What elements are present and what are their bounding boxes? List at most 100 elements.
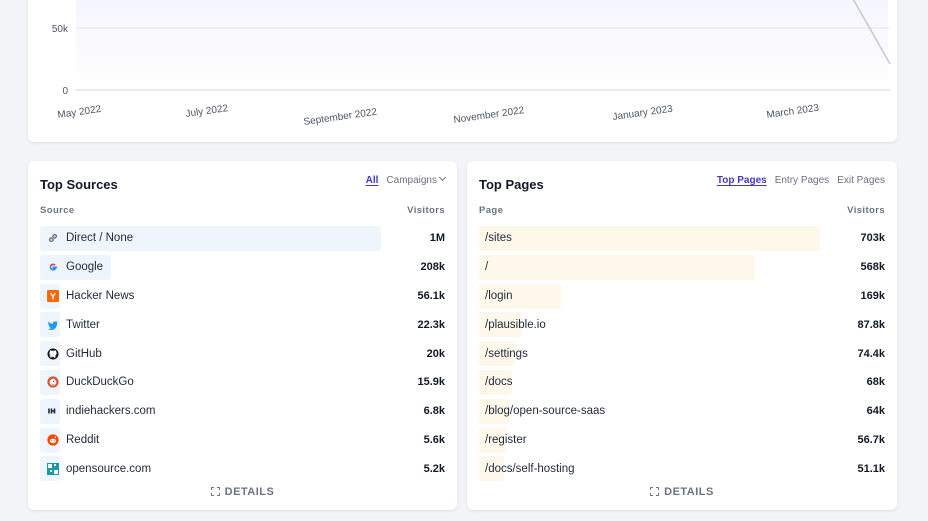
- list-item: /sites 703k: [479, 224, 885, 253]
- sources-details-button[interactable]: DETAILS: [28, 486, 457, 498]
- details-label: DETAILS: [224, 486, 275, 498]
- opensource-icon: [46, 462, 59, 475]
- page-link[interactable]: /register: [479, 434, 527, 446]
- page-label: /docs: [485, 376, 513, 389]
- page-link[interactable]: /docs/self-hosting: [479, 463, 575, 475]
- source-visitors: 20k: [426, 347, 445, 360]
- tab-campaigns[interactable]: Campaigns: [386, 173, 447, 186]
- source-label: Direct / None: [66, 232, 134, 245]
- page-label: /: [485, 261, 489, 274]
- page-link[interactable]: /sites: [479, 232, 512, 244]
- details-label: DETAILS: [664, 486, 714, 498]
- page-visitors: 56.7k: [857, 433, 885, 446]
- y-tick-label: 50k: [52, 24, 69, 35]
- reddit-icon: [46, 433, 59, 446]
- source-label: indiehackers.com: [66, 405, 156, 418]
- x-tick-label: November 2022: [453, 105, 525, 126]
- page-label: /blog/open-source-saas: [485, 405, 606, 418]
- column-header-source: Source: [40, 205, 75, 216]
- column-header-visitors: Visitors: [407, 205, 445, 216]
- source-label: Google: [66, 261, 104, 274]
- list-item: /blog/open-source-saas 64k: [479, 397, 885, 426]
- link-icon: [46, 232, 59, 245]
- visitors-chart: 50k 0 May 2022 July 2022 September 2022 …: [52, 0, 891, 128]
- list-item: GitHub 20k: [40, 339, 445, 368]
- chart-area-fill: [76, 0, 888, 90]
- source-visitors: 208k: [420, 261, 445, 274]
- source-label: DuckDuckGo: [66, 376, 134, 389]
- source-label: GitHub: [66, 347, 102, 360]
- pages-tabs: Top Pages Entry Pages Exit Pages: [717, 175, 885, 186]
- tab-entry-pages[interactable]: Entry Pages: [775, 175, 829, 186]
- share-bar: [479, 226, 820, 251]
- list-item: Google 208k: [40, 253, 445, 282]
- duckduckgo-icon: [46, 376, 59, 389]
- twitter-icon: [46, 318, 59, 331]
- source-visitors: 6.8k: [423, 405, 445, 418]
- source-link-github[interactable]: GitHub: [40, 347, 102, 360]
- pages-list: /sites 703k / 568k /login 169k /plausible.i…: [479, 224, 885, 483]
- x-tick-label: May 2022: [57, 104, 102, 121]
- list-item: Hacker News 56.1k: [40, 282, 445, 311]
- page-label: /settings: [485, 347, 528, 360]
- x-tick-label: July 2022: [185, 103, 229, 120]
- tab-exit-pages[interactable]: Exit Pages: [837, 175, 885, 186]
- page-visitors: 64k: [866, 405, 885, 418]
- source-visitors: 5.6k: [423, 433, 445, 446]
- indiehackers-icon: [46, 405, 59, 418]
- list-item: /docs/self-hosting 51.1k: [479, 454, 885, 483]
- tab-all[interactable]: All: [366, 175, 379, 186]
- page-link[interactable]: /: [479, 261, 488, 273]
- github-icon: [46, 347, 59, 360]
- source-link-indiehackers[interactable]: indiehackers.com: [40, 405, 155, 418]
- x-tick-label: March 2023: [766, 103, 820, 121]
- page-label: /sites: [485, 232, 512, 245]
- x-tick-label: September 2022: [303, 107, 378, 128]
- page-link[interactable]: /settings: [479, 348, 528, 360]
- share-bar: [479, 254, 755, 280]
- column-header-visitors: Visitors: [847, 205, 885, 216]
- page-visitors: 703k: [860, 232, 885, 245]
- page-link[interactable]: /plausible.io: [479, 319, 546, 331]
- top-pages-card: Top Pages Top Pages Entry Pages Exit Pag…: [467, 161, 897, 510]
- source-link-duckduckgo[interactable]: DuckDuckGo: [40, 376, 134, 389]
- page-visitors: 169k: [860, 289, 885, 302]
- source-visitors: 22.3k: [417, 318, 445, 331]
- tab-campaigns-label: Campaigns: [386, 175, 437, 186]
- source-link-google[interactable]: Google: [40, 261, 103, 274]
- list-item: Twitter 22.3k: [40, 310, 445, 339]
- list-item: /plausible.io 87.8k: [479, 310, 885, 339]
- page-label: /docs/self-hosting: [485, 462, 575, 475]
- source-label: Hacker News: [66, 289, 135, 302]
- x-tick-label: January 2023: [612, 104, 674, 123]
- expand-icon: [650, 487, 660, 496]
- list-item: opensource.com 5.2k: [40, 454, 445, 483]
- source-visitors: 5.2k: [423, 462, 445, 475]
- page-visitors: 51.1k: [857, 462, 885, 475]
- hackernews-icon: [46, 289, 59, 302]
- expand-icon: [210, 487, 220, 496]
- list-item: /register 56.7k: [479, 426, 885, 455]
- page-link[interactable]: /login: [479, 290, 513, 302]
- source-link-direct[interactable]: Direct / None: [40, 232, 133, 245]
- y-tick-label: 0: [62, 86, 68, 97]
- source-visitors: 1M: [429, 232, 445, 245]
- sources-list: Direct / None 1M Google 208k Hacker News: [40, 224, 445, 483]
- source-label: opensource.com: [66, 462, 152, 475]
- page-label: /plausible.io: [485, 318, 546, 331]
- page-link[interactable]: /docs: [479, 376, 513, 388]
- tab-top-pages[interactable]: Top Pages: [717, 175, 767, 186]
- source-link-reddit[interactable]: Reddit: [40, 433, 99, 446]
- sources-tabs: All Campaigns: [366, 173, 447, 186]
- pages-details-button[interactable]: DETAILS: [467, 486, 897, 498]
- source-visitors: 56.1k: [417, 289, 445, 302]
- source-link-twitter[interactable]: Twitter: [40, 318, 100, 331]
- top-sources-title: Top Sources: [40, 177, 118, 192]
- page-visitors: 74.4k: [857, 347, 885, 360]
- source-link-opensource[interactable]: opensource.com: [40, 462, 151, 475]
- page-link[interactable]: /blog/open-source-saas: [479, 405, 605, 417]
- list-item: Direct / None 1M: [40, 224, 445, 253]
- list-item: /docs 68k: [479, 368, 885, 397]
- page-visitors: 568k: [860, 261, 885, 274]
- source-link-hacker-news[interactable]: Hacker News: [40, 289, 134, 302]
